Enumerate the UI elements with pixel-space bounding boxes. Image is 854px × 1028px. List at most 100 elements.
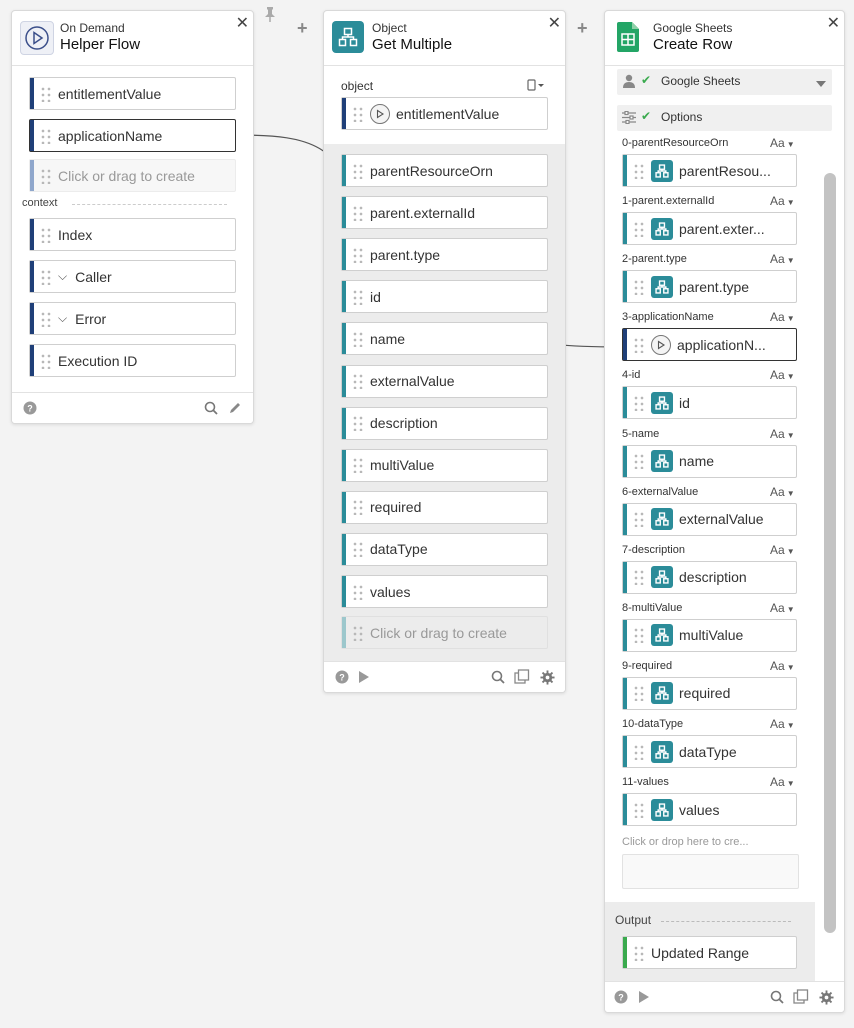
field-value: multiValue [679, 627, 744, 644]
play-icon[interactable] [356, 669, 372, 685]
mapping-field-10[interactable]: dataType [622, 735, 797, 768]
drag-handle-icon[interactable] [40, 352, 52, 369]
add-step-icon[interactable]: + [297, 18, 308, 39]
chevron-down-icon[interactable]: ⌵ [58, 269, 67, 284]
context-item-error[interactable]: ⌵ Error [29, 302, 236, 335]
drag-handle-icon[interactable] [352, 541, 364, 558]
help-icon[interactable]: ? [613, 989, 629, 1005]
output-field-values[interactable]: values [341, 575, 548, 608]
output-field-parent-type[interactable]: parent.type [341, 238, 548, 272]
drag-handle-icon[interactable] [40, 85, 52, 102]
output-item-updated-range[interactable]: Updated Range [622, 936, 797, 969]
drag-handle-icon[interactable] [40, 310, 52, 327]
help-icon[interactable]: ? [334, 669, 350, 685]
drag-handle-icon[interactable] [633, 569, 645, 586]
drag-handle-icon[interactable] [633, 162, 645, 179]
field-label: required [370, 499, 422, 516]
output-field-description[interactable]: description [341, 406, 548, 440]
drag-handle-icon[interactable] [633, 220, 645, 237]
mapping-label: 11-values [622, 776, 669, 789]
drag-handle-icon[interactable] [352, 499, 364, 516]
drop-target-field[interactable] [622, 854, 799, 889]
drag-handle-icon[interactable] [633, 336, 645, 353]
drag-handle-icon[interactable] [633, 511, 645, 528]
drag-handle-icon[interactable] [633, 278, 645, 295]
gear-icon[interactable] [818, 989, 834, 1005]
create-field-placeholder[interactable]: Click or drag to create [29, 159, 236, 192]
close-icon[interactable]: ✕ [827, 13, 840, 33]
drag-handle-icon[interactable] [633, 685, 645, 702]
gear-icon[interactable] [539, 669, 555, 685]
output-field-multiValue[interactable]: multiValue [341, 448, 548, 482]
options-row[interactable]: ✔ Options [617, 105, 832, 131]
text-format-dropdown[interactable]: Aa ▼ [770, 136, 840, 150]
drag-handle-icon[interactable] [40, 268, 52, 285]
play-icon[interactable] [636, 989, 652, 1005]
pin-icon[interactable] [263, 6, 277, 25]
mapping-field-8[interactable]: multiValue [622, 618, 797, 652]
clear-dropdown-icon[interactable] [527, 79, 545, 94]
drag-handle-icon[interactable] [633, 627, 645, 644]
drag-handle-icon[interactable] [633, 801, 645, 818]
input-field-applicationName[interactable]: applicationName [29, 119, 236, 152]
mapping-field-3[interactable]: applicationN... [622, 328, 797, 362]
drag-handle-icon[interactable] [633, 944, 645, 961]
drag-handle-icon[interactable] [352, 246, 364, 263]
chevron-down-icon[interactable] [816, 75, 826, 93]
output-field-name[interactable]: name [341, 322, 548, 356]
close-icon[interactable]: ✕ [236, 13, 249, 33]
mapping-field-1[interactable]: parent.exter... [622, 212, 797, 246]
card-footer: ? [324, 661, 565, 692]
mapping-field-11[interactable]: values [622, 793, 797, 827]
mapping-field-2[interactable]: parent.type [622, 270, 797, 304]
drag-handle-icon[interactable] [352, 204, 364, 221]
search-icon[interactable] [490, 669, 506, 685]
drag-handle-icon[interactable] [633, 394, 645, 411]
output-field-parent-externalId[interactable]: parent.externalId [341, 196, 548, 230]
drag-handle-icon[interactable] [40, 127, 52, 144]
duplicate-icon[interactable] [514, 669, 530, 685]
context-item-caller[interactable]: ⌵ Caller [29, 260, 236, 293]
output-field-dataType[interactable]: dataType [341, 532, 548, 566]
create-field-placeholder[interactable]: Click or drag to create [341, 616, 548, 649]
add-step-icon[interactable]: + [577, 18, 588, 39]
drag-handle-icon[interactable] [352, 162, 364, 179]
output-field-parentResourceOrn[interactable]: parentResourceOrn [341, 154, 548, 187]
duplicate-icon[interactable] [793, 989, 809, 1005]
drag-handle-icon[interactable] [352, 288, 364, 305]
output-field-required[interactable]: required [341, 490, 548, 524]
mapping-field-6[interactable]: externalValue [622, 502, 797, 536]
object-input[interactable]: entitlementValue [341, 97, 548, 130]
drag-handle-icon[interactable] [352, 415, 364, 432]
placeholder-text: Click or drag to create [370, 624, 507, 641]
mapping-label: 10-dataType [622, 718, 684, 730]
output-field-id[interactable]: id [341, 280, 548, 314]
drag-handle-icon[interactable] [352, 373, 364, 389]
input-field-entitlementValue[interactable]: entitlementValue [29, 77, 236, 110]
context-item-execution-id[interactable]: Execution ID [29, 344, 236, 377]
drag-handle-icon[interactable] [352, 457, 364, 474]
output-field-externalValue[interactable]: externalValue [341, 364, 548, 398]
drag-handle-icon[interactable] [633, 453, 645, 469]
mapping-field-4[interactable]: id [622, 386, 797, 420]
drag-handle-icon[interactable] [40, 226, 52, 243]
search-icon[interactable] [203, 400, 219, 416]
drag-handle-icon[interactable] [352, 105, 364, 122]
chevron-down-icon[interactable]: ⌵ [58, 311, 67, 326]
drag-handle-icon[interactable] [352, 583, 364, 600]
help-icon[interactable]: ? [22, 400, 38, 416]
close-icon[interactable]: ✕ [548, 13, 561, 33]
drag-handle-icon[interactable] [352, 330, 364, 347]
mapping-field-7[interactable]: description [622, 560, 797, 594]
edit-icon[interactable] [227, 400, 243, 416]
mapping-field-5[interactable]: name [622, 444, 797, 478]
aa-label: Aa [770, 600, 785, 615]
mapping-field-0[interactable]: parentResou... [622, 154, 797, 187]
scrollbar[interactable] [824, 173, 836, 933]
mapping-field-9[interactable]: required [622, 676, 797, 710]
card-footer: ? [605, 981, 844, 1012]
drag-handle-icon[interactable] [633, 743, 645, 760]
connection-selector[interactable]: ✔ Google Sheets [617, 69, 832, 95]
search-icon[interactable] [769, 989, 785, 1005]
context-item-index[interactable]: Index [29, 218, 236, 251]
